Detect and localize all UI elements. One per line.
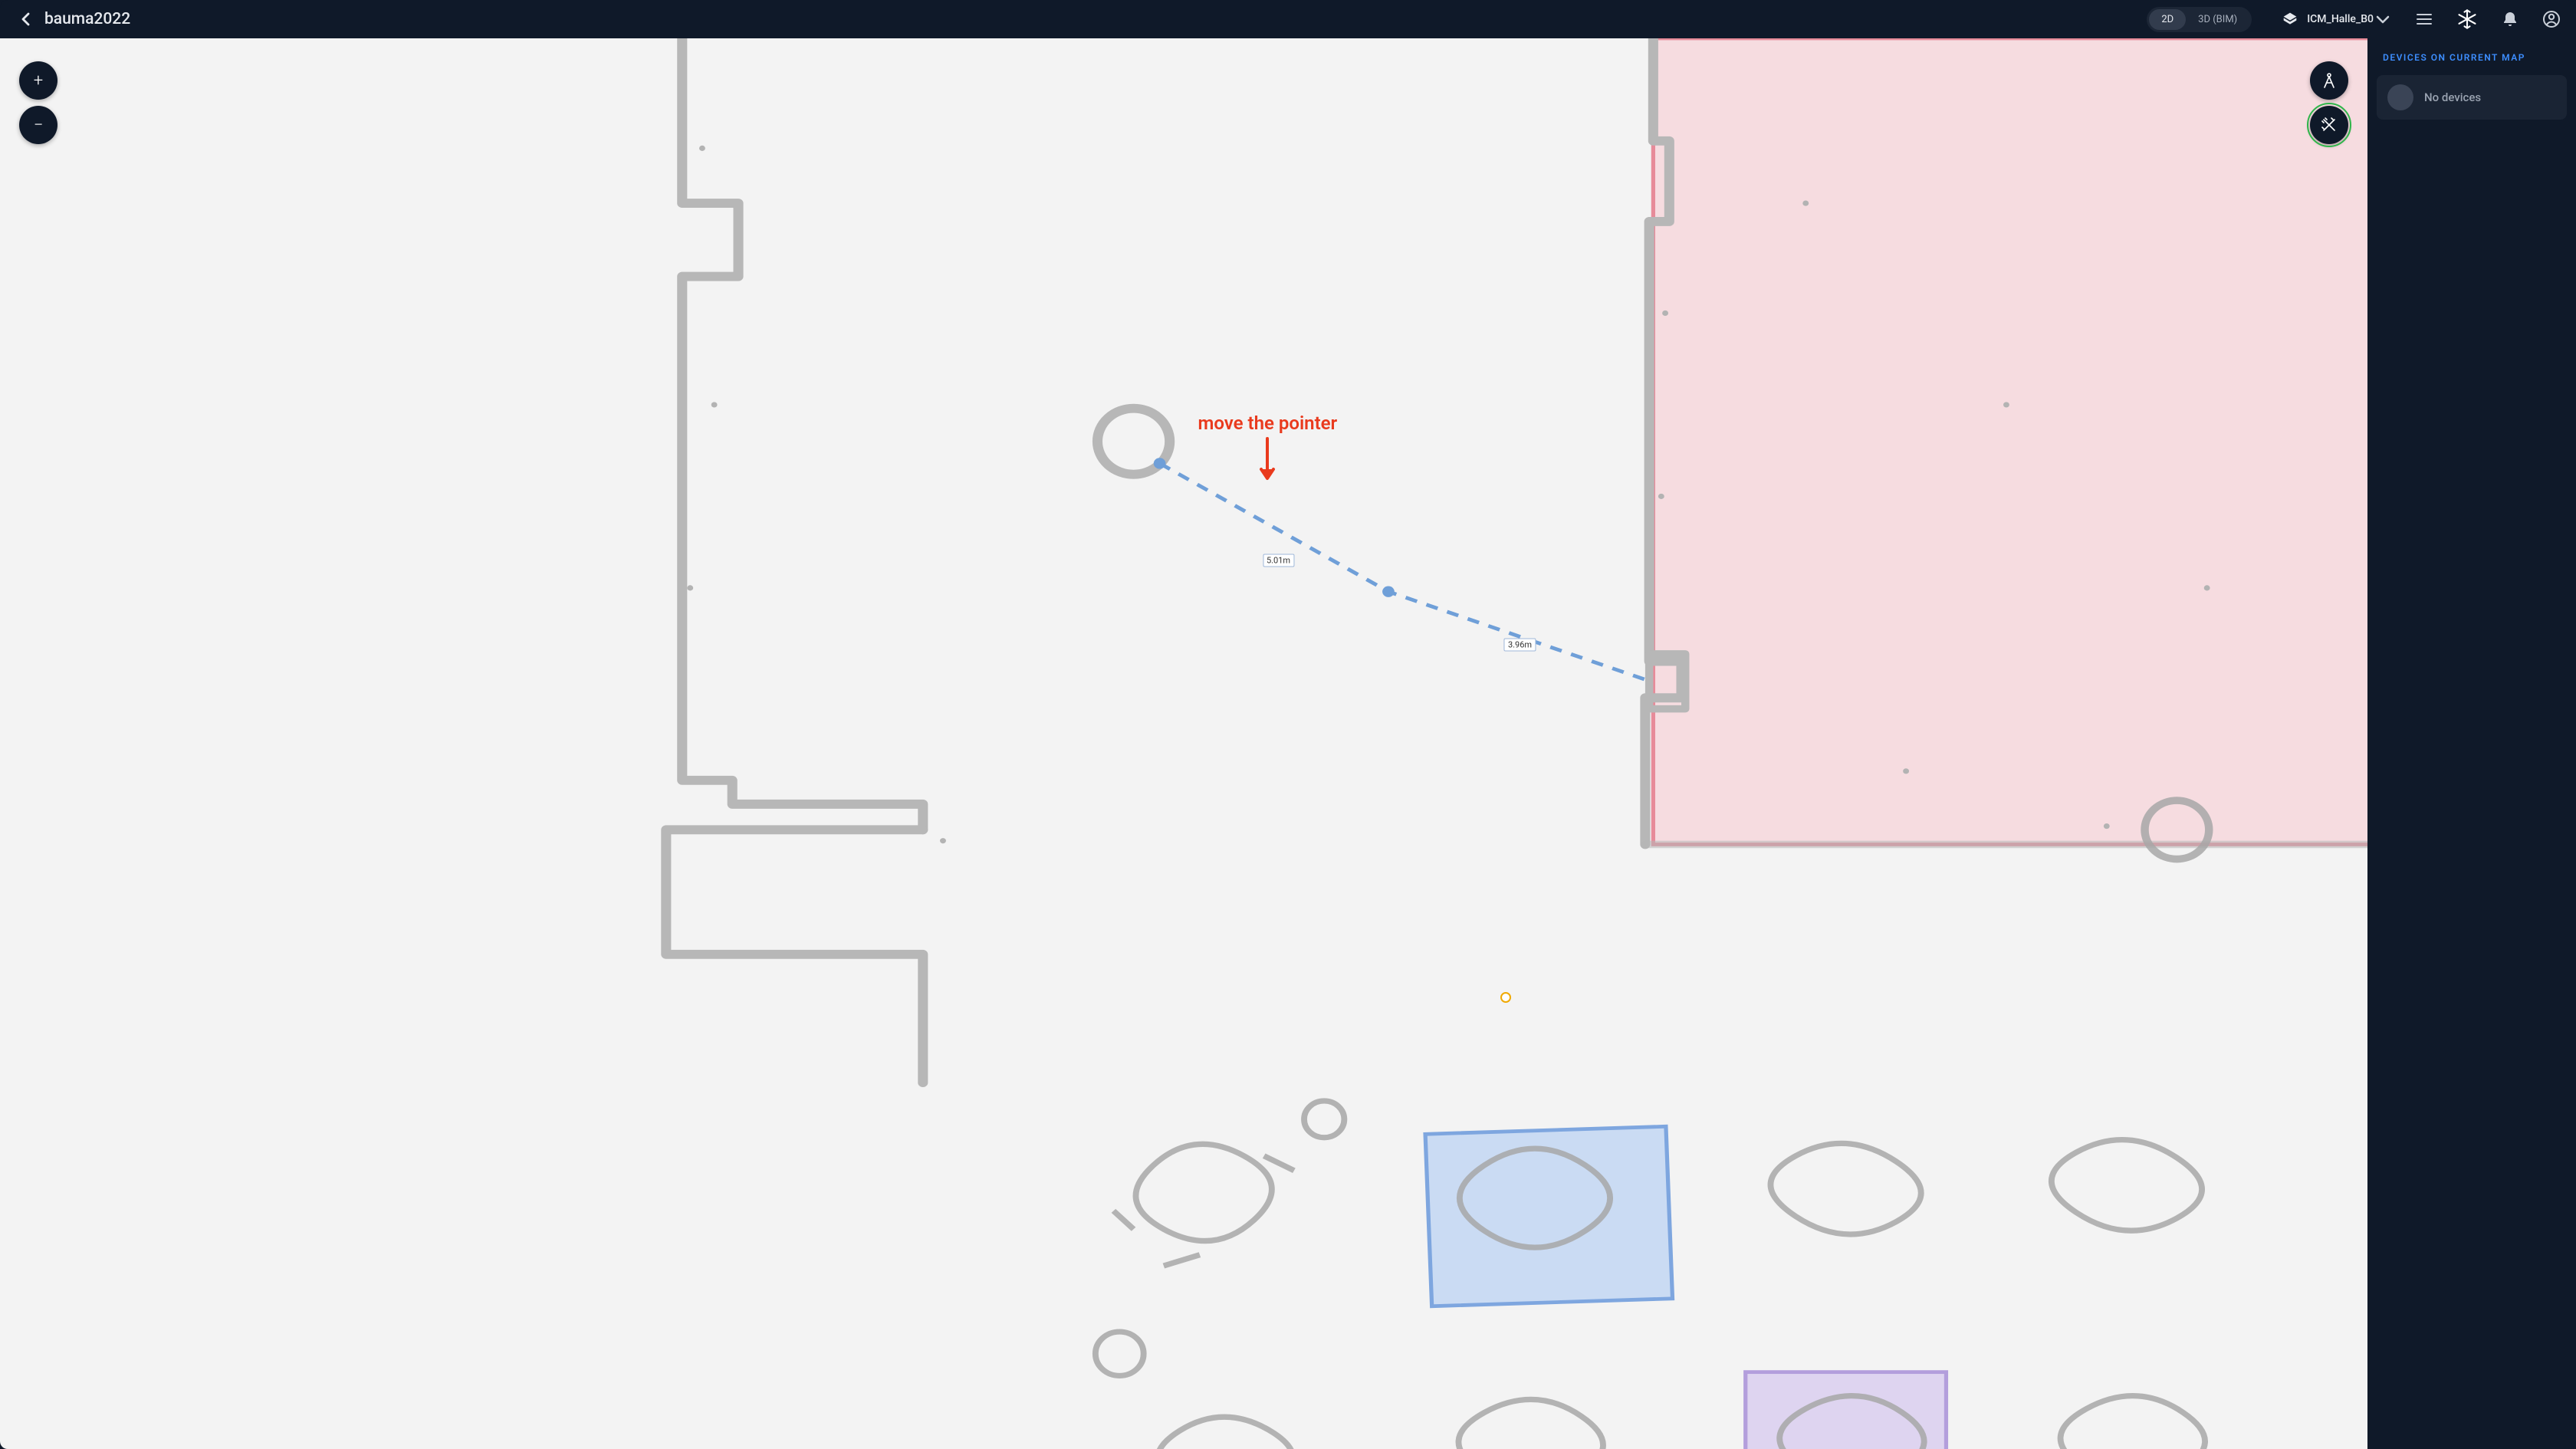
- layers-icon: [2282, 12, 2298, 27]
- devices-panel-title: DEVICES ON CURRENT MAP: [2377, 52, 2567, 63]
- chevron-left-icon: [21, 12, 31, 26]
- mode-3d-button[interactable]: 3D (BIM): [2186, 9, 2249, 30]
- ruler-cross-icon: [2321, 117, 2338, 133]
- floorplan-canvas: [0, 38, 2367, 1449]
- measure-segment-label: 3.96m: [1504, 639, 1536, 652]
- mode-2d-button[interactable]: 2D: [2149, 9, 2186, 30]
- devices-empty-text: No devices: [2424, 90, 2481, 104]
- chevron-down-icon: [2376, 15, 2390, 24]
- instruction-annotation: move the pointer: [1198, 412, 1338, 483]
- compass-tool-button[interactable]: [2310, 61, 2348, 100]
- project-title: bauma2022: [44, 10, 130, 28]
- hamburger-icon: [2417, 13, 2432, 25]
- account-button[interactable]: [2542, 10, 2561, 28]
- user-circle-icon: [2542, 10, 2561, 28]
- menu-button[interactable]: [2415, 10, 2433, 28]
- devices-panel: DEVICES ON CURRENT MAP No devices: [2367, 38, 2576, 1449]
- topbar: bauma2022 2D 3D (BIM) ICM_Halle_B0: [0, 0, 2576, 38]
- zoom-out-button[interactable]: −: [19, 106, 58, 144]
- view-mode-toggle: 2D 3D (BIM): [2147, 7, 2252, 32]
- map-viewport[interactable]: + −: [0, 38, 2367, 1449]
- origin-marker: [1500, 992, 1511, 1003]
- snowflake-icon: [2456, 8, 2478, 30]
- notifications-button[interactable]: [2501, 10, 2519, 28]
- measure-tool-button[interactable]: [2310, 106, 2348, 144]
- zoom-controls: + −: [19, 61, 58, 144]
- instruction-text: move the pointer: [1198, 412, 1338, 434]
- brand-logo[interactable]: [2456, 8, 2478, 30]
- arrow-down-icon: [1259, 437, 1276, 483]
- measure-segment-label: 5.01m: [1263, 554, 1294, 567]
- layer-name: ICM_Halle_B0: [2307, 13, 2374, 25]
- compass-icon: [2321, 72, 2337, 89]
- device-avatar-placeholder: [2387, 84, 2413, 110]
- expand-button[interactable]: [2374, 10, 2392, 28]
- tool-controls: [2310, 61, 2348, 144]
- bell-icon: [2502, 11, 2518, 28]
- back-button[interactable]: [15, 8, 37, 30]
- devices-empty-state: No devices: [2377, 75, 2567, 120]
- zoom-in-button[interactable]: +: [19, 61, 58, 100]
- layer-selector[interactable]: ICM_Halle_B0: [2282, 12, 2374, 27]
